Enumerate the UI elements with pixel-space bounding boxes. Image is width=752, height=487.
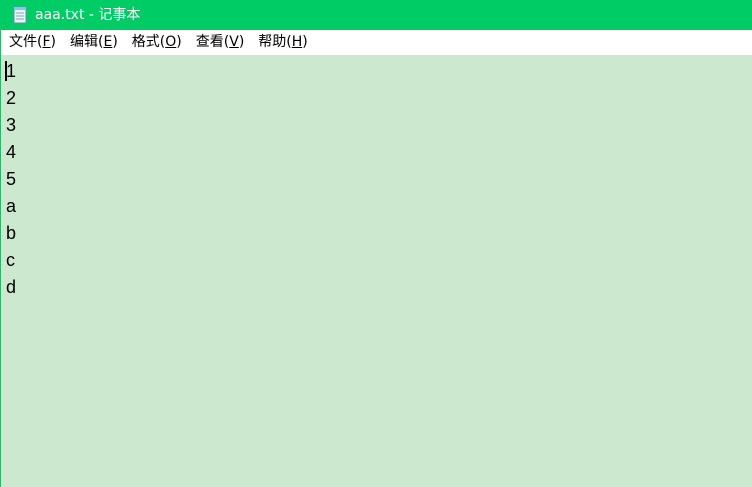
text-line: 5 xyxy=(6,169,17,189)
text-editor[interactable]: 1 2 3 4 5 a b c d xyxy=(1,55,752,487)
text-content[interactable]: 1 2 3 4 5 a b c d xyxy=(6,58,16,301)
text-line: 3 xyxy=(6,115,17,135)
window-title: aaa.txt - 记事本 xyxy=(35,7,141,23)
text-line: c xyxy=(6,250,15,270)
notepad-icon xyxy=(11,6,29,24)
text-line: 1 xyxy=(6,61,17,81)
menu-edit[interactable]: 编辑(E) xyxy=(70,30,118,55)
menu-file[interactable]: 文件(F) xyxy=(9,30,56,55)
notepad-window: aaa.txt - 记事本 文件(F) 编辑(E) 格式(O) 查看(V) 帮助… xyxy=(0,0,752,487)
text-line: d xyxy=(6,277,17,297)
title-bar[interactable]: aaa.txt - 记事本 xyxy=(0,0,752,30)
menu-view[interactable]: 查看(V) xyxy=(196,30,245,55)
menu-format[interactable]: 格式(O) xyxy=(132,30,182,55)
text-line: 4 xyxy=(6,142,17,162)
menu-help[interactable]: 帮助(H) xyxy=(258,30,307,55)
text-line: 2 xyxy=(6,88,17,108)
text-line: b xyxy=(6,223,17,243)
menu-bar: 文件(F) 编辑(E) 格式(O) 查看(V) 帮助(H) xyxy=(1,30,752,55)
text-line: a xyxy=(6,196,17,216)
